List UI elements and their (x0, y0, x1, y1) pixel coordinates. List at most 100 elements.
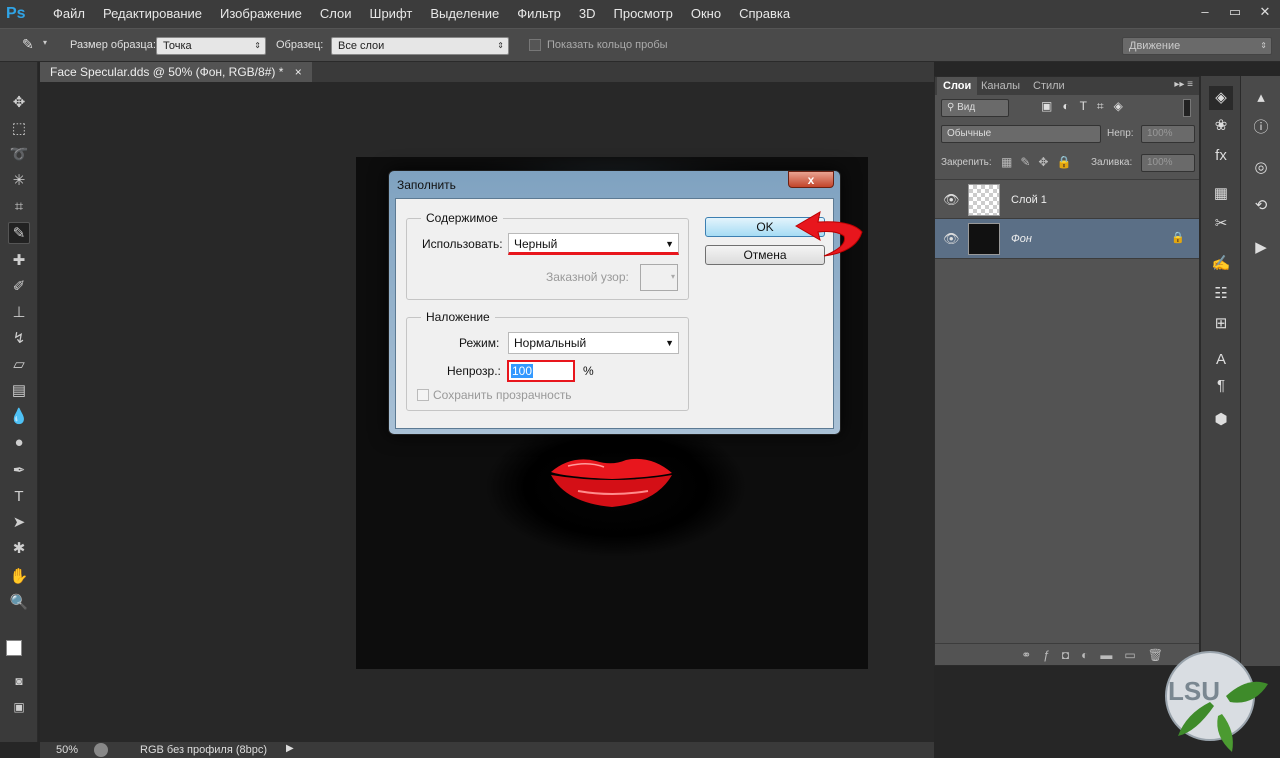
tab-layers[interactable]: Слои (937, 77, 978, 95)
menu-select[interactable]: Выделение (421, 0, 508, 28)
fx-icon[interactable]: fx (1209, 144, 1233, 168)
fill-dialog: Заполнить x Содержимое Использовать: Чер… (388, 170, 841, 435)
adjustments-icon[interactable]: ❀ (1209, 114, 1233, 138)
play-arrow-icon[interactable]: ▶ (286, 743, 294, 754)
zoom-level[interactable]: 50% (56, 744, 78, 756)
opacity-field[interactable]: 100% (1141, 125, 1195, 143)
status-icon[interactable] (94, 743, 108, 757)
opacity-input[interactable]: 100 (507, 360, 575, 382)
layer-name[interactable]: Слой 1 (1011, 194, 1047, 206)
move-tool-icon[interactable]: ✥ (8, 92, 30, 114)
show-ring-checkbox[interactable] (529, 39, 541, 51)
layer-row-layer1[interactable]: 👁 Слой 1 (935, 179, 1199, 219)
eraser-tool-icon[interactable]: ▱ (8, 354, 30, 376)
menu-type[interactable]: Шрифт (361, 0, 422, 28)
chevron-down-icon: ▼ (665, 239, 674, 249)
layer-name[interactable]: Фон (1011, 233, 1032, 245)
blur-tool-icon[interactable]: 💧 (8, 406, 30, 428)
magic-wand-tool-icon[interactable]: ✳ (8, 170, 30, 192)
paragraph-icon[interactable]: ¶ (1209, 374, 1233, 398)
sample-select[interactable]: Все слои ⇕ (331, 37, 509, 55)
brush-tool-icon[interactable]: ✐ (8, 276, 30, 298)
lock-icons[interactable]: ▦✎✥🔒 (1001, 155, 1079, 169)
menu-image[interactable]: Изображение (211, 0, 311, 28)
dialog-body: Содержимое Использовать: Черный ▼ Заказн… (395, 198, 834, 429)
menu-help[interactable]: Справка (730, 0, 799, 28)
healing-brush-tool-icon[interactable]: ✚ (8, 250, 30, 272)
zoom-tool-icon[interactable]: 🔍 (8, 592, 30, 614)
chevron-down-icon: ▾ (670, 272, 675, 281)
menu-layer[interactable]: Слои (311, 0, 361, 28)
menu-bar: Ps Файл Редактирование Изображение Слои … (0, 0, 1280, 28)
hand-tool-icon[interactable]: ✋ (8, 566, 30, 588)
type-tool-icon[interactable]: T (8, 486, 30, 508)
clone-stamp-tool-icon[interactable]: ⊥ (8, 302, 30, 324)
history-brush-tool-icon[interactable]: ↯ (8, 328, 30, 350)
workspace-select[interactable]: Движение ⇕ (1122, 37, 1272, 55)
menu-view[interactable]: Просмотр (605, 0, 682, 28)
clone-source-icon[interactable]: ⊞ (1209, 312, 1233, 336)
mode-select[interactable]: Нормальный ▼ (508, 332, 679, 354)
custom-shape-tool-icon[interactable]: ✱ (8, 538, 30, 560)
tab-channels[interactable]: Каналы (975, 77, 1026, 95)
eyedropper-tool-icon[interactable]: ✎ (8, 222, 30, 244)
custom-pattern-picker[interactable]: ▾ (640, 264, 678, 291)
use-select[interactable]: Черный ▼ (508, 233, 679, 255)
close-window-button[interactable]: ✕ (1250, 0, 1280, 24)
document-tab-bar: Face Specular.dds @ 50% (Фон, RGB/8#) * … (40, 62, 934, 82)
blending-group: Наложение Режим: Нормальный ▼ Непрозр.: … (406, 310, 689, 411)
menu-file[interactable]: Файл (44, 0, 94, 28)
menu-edit[interactable]: Редактирование (94, 0, 211, 28)
mode-value: Нормальный (514, 336, 587, 350)
path-selection-tool-icon[interactable]: ➤ (8, 512, 30, 534)
layer-filter-select[interactable]: ⚲ Вид (941, 99, 1009, 117)
filter-toggle[interactable] (1183, 99, 1191, 117)
sample-size-value: Точка (163, 40, 192, 52)
swatches-icon[interactable]: ▦ (1209, 182, 1233, 206)
panel-menu-icon[interactable]: ▸▸ ≡ (1174, 79, 1193, 90)
dialog-close-button[interactable]: x (788, 171, 834, 188)
character-icon[interactable]: A (1209, 348, 1233, 372)
foreground-color-swatch[interactable] (6, 640, 22, 656)
minimize-button[interactable]: – (1190, 0, 1220, 24)
close-tab-icon[interactable]: × (295, 65, 302, 79)
mode-label: Режим: (459, 336, 500, 350)
restore-button[interactable]: ▭ (1220, 0, 1250, 24)
eyedropper-icon[interactable]: ✎ (22, 36, 40, 54)
screen-mode-icon[interactable]: ▣ (8, 696, 30, 718)
panel-dock-2: ▴ ⓘ ◎ ⟲ ▶ (1240, 76, 1280, 666)
layers-icon[interactable]: ◈ (1209, 86, 1233, 110)
3d-icon[interactable]: ⬢ (1209, 408, 1233, 432)
color-profile-info: RGB без профиля (8bpc) (140, 744, 268, 756)
layer-filter-icons[interactable]: ▣◐T⌗◈ (1041, 99, 1133, 114)
menu-window[interactable]: Окно (682, 0, 730, 28)
info-icon[interactable]: ⓘ (1249, 116, 1273, 140)
menu-3d[interactable]: 3D (570, 0, 605, 28)
properties-icon[interactable]: ☷ (1209, 282, 1233, 306)
eye-icon[interactable]: 👁 (943, 192, 960, 208)
document-tab[interactable]: Face Specular.dds @ 50% (Фон, RGB/8#) * … (40, 62, 312, 82)
brushes-icon[interactable]: ✍ (1209, 252, 1233, 276)
dodge-tool-icon[interactable]: ● (8, 432, 30, 454)
chevron-down-icon[interactable]: ▾ (43, 38, 47, 47)
crop-tool-icon[interactable]: ⌗ (8, 196, 30, 218)
history-icon[interactable]: ⟲ (1249, 194, 1273, 218)
eye-icon[interactable]: 👁 (943, 231, 960, 247)
quick-mask-icon[interactable]: ◙ (8, 670, 30, 692)
tools-panel: ✥ ⬚ ➰ ✳ ⌗ ✎ ✚ ✐ ⊥ ↯ ▱ ▤ 💧 ● ✒ T ➤ ✱ ✋ 🔍 … (0, 62, 38, 742)
menu-filter[interactable]: Фильтр (508, 0, 570, 28)
sample-size-select[interactable]: Точка ⇕ (156, 37, 266, 55)
marquee-tool-icon[interactable]: ⬚ (8, 118, 30, 140)
gradient-tool-icon[interactable]: ▤ (8, 380, 30, 402)
tab-styles[interactable]: Стили (1027, 77, 1071, 95)
navigator-icon[interactable]: ◎ (1249, 156, 1273, 180)
layer-row-background[interactable]: 👁 Фон 🔒 (935, 219, 1199, 259)
blend-mode-select[interactable]: Обычные (941, 125, 1101, 143)
histogram-icon[interactable]: ▴ (1249, 86, 1273, 110)
pen-tool-icon[interactable]: ✒ (8, 460, 30, 482)
lasso-tool-icon[interactable]: ➰ (8, 144, 30, 166)
preserve-transparency-checkbox[interactable] (417, 389, 429, 401)
tool-presets-icon[interactable]: ✂ (1209, 212, 1233, 236)
fill-field[interactable]: 100% (1141, 154, 1195, 172)
actions-icon[interactable]: ▶ (1249, 236, 1273, 260)
